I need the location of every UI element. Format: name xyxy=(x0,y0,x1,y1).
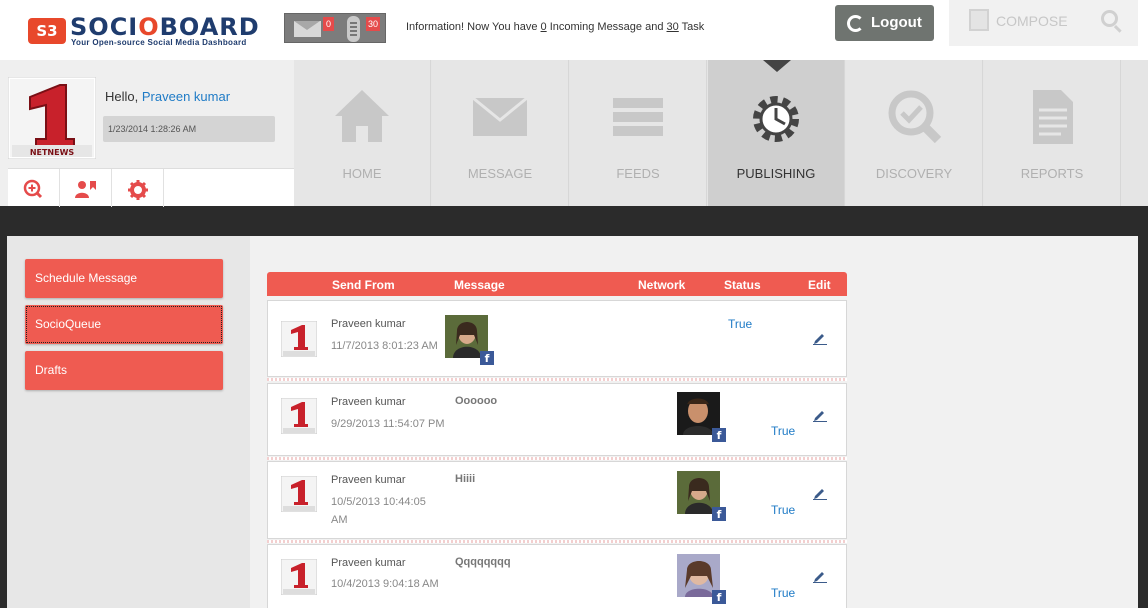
row-avatar xyxy=(281,398,317,434)
logo-wordmark: SOCIOBOARD xyxy=(70,13,260,41)
nav-publishing[interactable]: PUBLISHING xyxy=(708,60,845,206)
table-row: Praveen kumar 9/29/2013 11:54:07 PM Oooo… xyxy=(267,383,847,460)
row-status: True xyxy=(771,503,796,517)
svg-text:NETNEWS: NETNEWS xyxy=(30,148,75,157)
sidebar-item-schedule-message[interactable]: Schedule Message xyxy=(25,259,223,298)
socioboard-logo[interactable]: S3 SOCIOBOARD Your Open-source Social Me… xyxy=(28,13,260,49)
top-bar: S3 SOCIOBOARD Your Open-source Social Me… xyxy=(0,0,1148,60)
row-status: True xyxy=(771,586,796,600)
row-sender-name: Praveen kumar xyxy=(331,474,406,486)
task-count-link[interactable]: 30 xyxy=(667,21,679,33)
edit-pencil-icon[interactable] xyxy=(813,408,827,422)
nav-message-label: MESSAGE xyxy=(467,166,533,181)
magnifier-check-icon xyxy=(888,90,942,144)
greeting: Hello, Praveen kumar xyxy=(105,89,231,104)
nav-publishing-label: PUBLISHING xyxy=(736,166,816,181)
col-message: Message xyxy=(454,278,505,292)
gear-icon xyxy=(128,180,148,200)
nav-home-label: HOME xyxy=(342,166,382,181)
task-icon[interactable] xyxy=(347,16,360,42)
edit-pencil-icon[interactable] xyxy=(813,569,827,583)
row-message-text: Oooooo xyxy=(455,395,498,407)
search-icon[interactable] xyxy=(1101,10,1118,27)
row-date: 11/7/2013 8:01:23 AM xyxy=(331,340,438,352)
row-date: 10/4/2013 9:04:18 AM xyxy=(331,578,439,590)
power-icon xyxy=(847,15,864,32)
feeds-icon xyxy=(613,98,663,136)
notification-box: 0 30 xyxy=(284,13,386,43)
compose-icon[interactable] xyxy=(969,9,989,31)
profile-panel: NETNEWS Hello, Praveen kumar 1/23/2014 1… xyxy=(0,60,294,207)
facebook-icon: f xyxy=(712,428,726,442)
message-count-badge: 0 xyxy=(323,17,334,31)
col-send-from: Send From xyxy=(332,278,395,292)
document-icon xyxy=(1033,90,1073,144)
compose-bar: COMPOSE xyxy=(949,0,1138,46)
user-name-link[interactable]: Praveen kumar xyxy=(142,89,230,104)
facebook-icon: f xyxy=(712,507,726,521)
nav-reports[interactable]: REPORTS xyxy=(984,60,1121,206)
col-status: Status xyxy=(724,278,761,292)
edit-pencil-icon[interactable] xyxy=(813,331,827,345)
zoom-plus-icon xyxy=(23,179,43,199)
row-status: True xyxy=(728,317,753,331)
logout-button[interactable]: Logout xyxy=(835,5,934,41)
row-date: 10/5/2013 10:44:05 AM xyxy=(331,496,426,526)
home-icon xyxy=(335,90,389,142)
profile-actions xyxy=(8,168,294,207)
gear-clock-icon xyxy=(753,96,799,142)
nav-discovery-label: DISCOVERY xyxy=(875,166,953,181)
user-bookmark-icon xyxy=(75,181,96,198)
profile-action-users[interactable] xyxy=(60,169,112,207)
sidebar-item-socioqueue[interactable]: SocioQueue xyxy=(25,305,223,344)
profile-action-settings[interactable] xyxy=(112,169,164,207)
logo-tagline: Your Open-source Social Media Dashboard xyxy=(71,38,247,47)
nav-reports-label: REPORTS xyxy=(1020,166,1084,181)
nav-discovery[interactable]: DISCOVERY xyxy=(846,60,983,206)
row-sender-name: Praveen kumar xyxy=(331,318,406,330)
facebook-icon: f xyxy=(712,590,726,604)
profile-avatar[interactable]: NETNEWS xyxy=(8,77,96,159)
edit-pencil-icon[interactable] xyxy=(813,486,827,500)
envelope-icon[interactable] xyxy=(294,21,321,37)
logout-label: Logout xyxy=(871,14,922,31)
row-message-text: Qqqqqqqq xyxy=(455,556,511,568)
row-avatar xyxy=(281,476,317,512)
task-count-badge: 30 xyxy=(366,17,381,31)
table-header: Send From Message Network Status Edit xyxy=(267,272,847,296)
login-datetime: 1/23/2014 1:28:26 AM xyxy=(103,116,275,142)
nav-message[interactable]: MESSAGE xyxy=(432,60,569,206)
nav-feeds[interactable]: FEEDS xyxy=(570,60,707,206)
compose-button[interactable]: COMPOSE xyxy=(996,13,1068,29)
table-row: Praveen kumar 10/4/2013 9:04:18 AM Qqqqq… xyxy=(267,544,847,608)
table-row: Praveen kumar 10/5/2013 10:44:05 AM Hiii… xyxy=(267,461,847,543)
row-message-text: Hiiii xyxy=(455,473,476,485)
table-row: Praveen kumar 11/7/2013 8:01:23 AM f Tru… xyxy=(267,300,847,381)
row-sender-name: Praveen kumar xyxy=(331,557,406,569)
row-sender-name: Praveen kumar xyxy=(331,396,406,408)
row-date: 9/29/2013 11:54:07 PM xyxy=(331,418,445,430)
info-message: Information! Now You have 0 Incoming Mes… xyxy=(406,21,705,33)
col-network: Network xyxy=(638,278,686,292)
profile-action-add[interactable] xyxy=(8,169,60,207)
main-nav: HOME MESSAGE FEEDS PUBLISHING DISCOVERY xyxy=(294,60,1138,206)
nav-feeds-label: FEEDS xyxy=(616,166,660,181)
row-avatar xyxy=(281,321,317,357)
nav-home[interactable]: HOME xyxy=(294,60,431,206)
col-edit: Edit xyxy=(808,278,831,292)
row-status: True xyxy=(771,424,796,438)
facebook-icon: f xyxy=(480,351,494,365)
sidebar-item-drafts[interactable]: Drafts xyxy=(25,351,223,390)
logo-badge: S3 xyxy=(28,18,66,44)
envelope-icon xyxy=(472,96,528,136)
row-avatar xyxy=(281,559,317,595)
